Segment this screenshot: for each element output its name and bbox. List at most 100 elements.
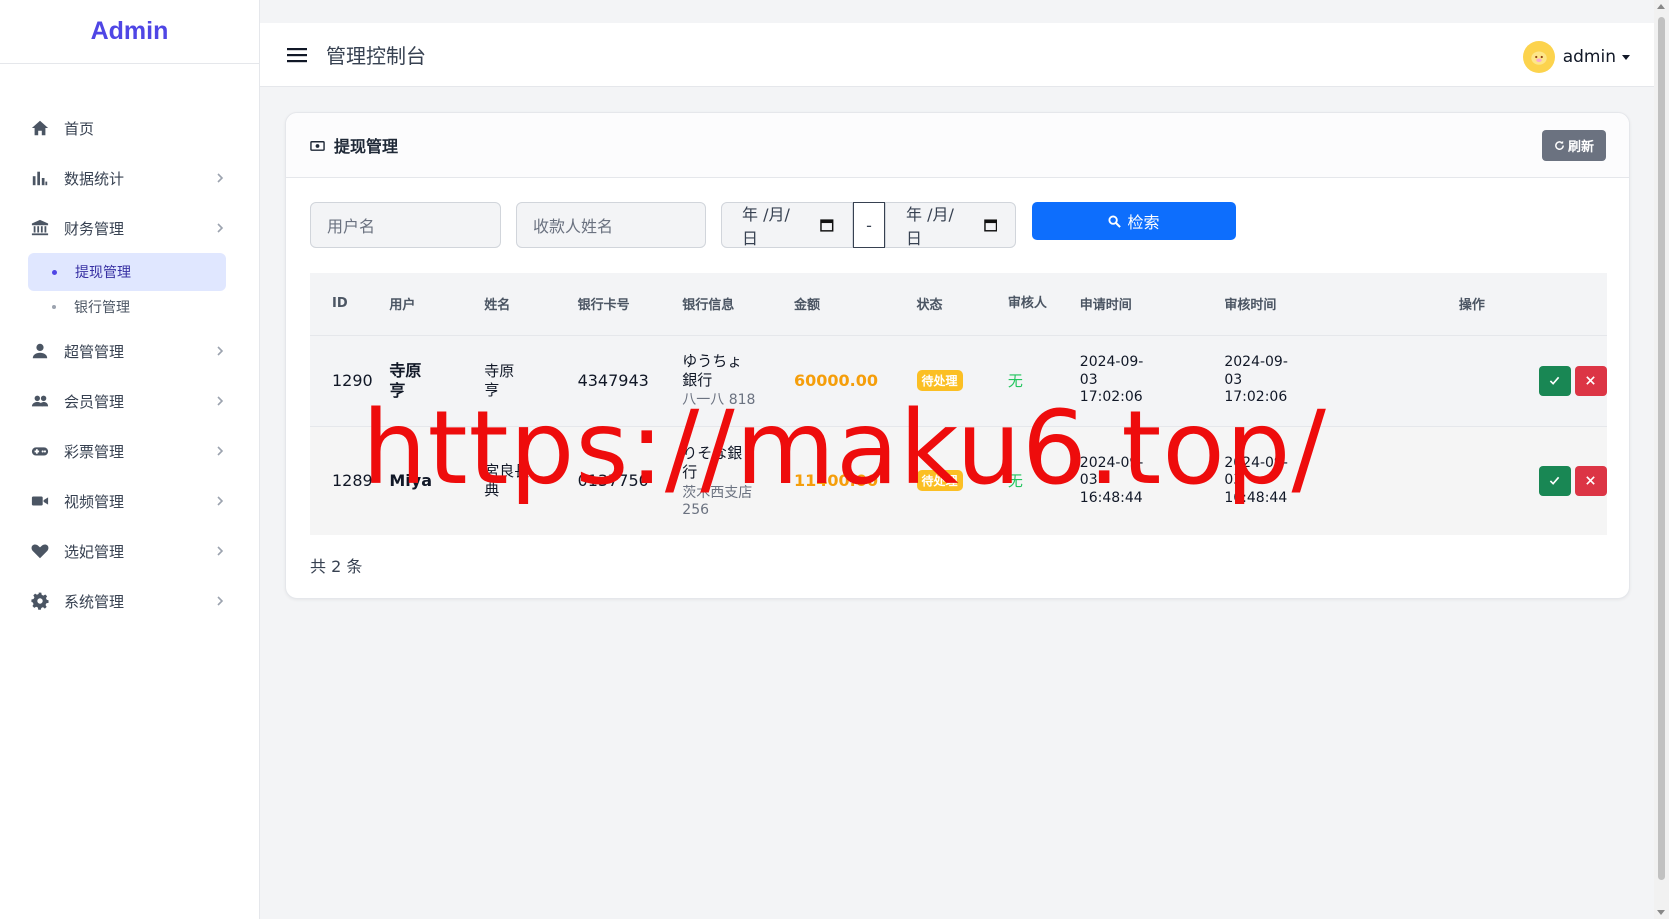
- end-date-input[interactable]: 年 /月/日: [885, 202, 1016, 248]
- check-icon: [1550, 376, 1560, 385]
- sidebar-item-system[interactable]: 系统管理: [0, 576, 260, 626]
- sidebar-item-label: 视频管理: [64, 492, 125, 511]
- table-row: 1290 寺原亨 寺原亨 4347943 ゆうちょ銀行 八一八 818 6000…: [310, 334, 1607, 426]
- col-header-reviewer: 审核人: [1007, 273, 1080, 335]
- start-date-input[interactable]: 年 /月/日: [721, 202, 853, 248]
- cell-user: 寺原亨: [389, 361, 422, 400]
- user-icon: [30, 341, 50, 361]
- sidebar-item-label: 超管管理: [64, 342, 125, 361]
- search-icon: [1108, 214, 1122, 228]
- col-header-card: 银行卡号: [577, 273, 683, 335]
- bullet-icon: [52, 305, 56, 309]
- col-header-id: ID: [310, 273, 390, 335]
- chevron-right-icon: [212, 343, 228, 359]
- search-label: 检索: [1127, 215, 1160, 232]
- col-header-actions: 操作: [1368, 273, 1607, 335]
- chevron-right-icon: [212, 220, 228, 236]
- table-row: 1289 Miya 宮良長典 0137750 りそな銀行 茨木西支店 256 1…: [310, 425, 1607, 535]
- sidebar-item-selection[interactable]: 选妃管理: [0, 526, 260, 576]
- cell-review-time: 2024-09-03 16:48:44: [1224, 454, 1288, 506]
- sidebar-item-stats[interactable]: 数据统计: [0, 153, 260, 203]
- calendar-icon[interactable]: [820, 218, 834, 232]
- refresh-label: 刷新: [1567, 139, 1594, 154]
- scroll-up-icon[interactable]: [1657, 4, 1665, 9]
- username: admin: [1562, 47, 1616, 67]
- check-icon: [1550, 477, 1560, 486]
- approve-button[interactable]: [1538, 365, 1571, 396]
- chevron-right-icon: [212, 170, 228, 186]
- username-input[interactable]: 用户名: [310, 202, 501, 248]
- brand-logo[interactable]: Admin: [0, 0, 259, 64]
- close-icon: [1586, 376, 1596, 385]
- payee-name-input[interactable]: 收款人姓名: [516, 202, 706, 248]
- page-scrollbar[interactable]: [1654, 0, 1669, 919]
- total-count: 共 2 条: [310, 557, 363, 576]
- user-menu[interactable]: admin: [1522, 41, 1630, 73]
- bullet-icon: [52, 269, 57, 275]
- heart-icon: [30, 541, 50, 561]
- status-badge: 待处理: [916, 470, 963, 492]
- cell-amount: 60000.00: [793, 371, 878, 390]
- sidebar-item-label: 会员管理: [64, 392, 125, 411]
- sidebar-item-home[interactable]: 首页: [0, 103, 260, 153]
- table-header-row: ID 用户 姓名 银行卡号 银行信息 金额 状态 审核人 申请时间 审核时间 操…: [310, 273, 1607, 335]
- sidebar-subitem-withdraw[interactable]: 提现管理: [28, 253, 226, 291]
- refresh-button[interactable]: 刷新: [1542, 130, 1606, 161]
- bar-chart-icon: [30, 168, 50, 188]
- reject-button[interactable]: [1574, 365, 1607, 396]
- withdraw-table: ID 用户 姓名 银行卡号 银行信息 金额 状态 审核人 申请时间 审核时间 操…: [310, 273, 1607, 535]
- status-badge: 待处理: [916, 370, 963, 391]
- sidebar-item-members[interactable]: 会员管理: [0, 376, 260, 426]
- sidebar-item-finance[interactable]: 财务管理: [0, 203, 260, 253]
- sidebar-subitem-bank[interactable]: 银行管理: [28, 288, 226, 326]
- cell-id: 1290: [310, 334, 390, 426]
- scrollbar-thumb[interactable]: [1658, 17, 1665, 880]
- card-header: 提现管理 刷新: [286, 113, 1629, 178]
- sidebar-item-label: 选妃管理: [64, 542, 125, 561]
- reject-button[interactable]: [1574, 465, 1607, 496]
- card-title: 提现管理: [334, 137, 399, 156]
- menu-toggle-icon[interactable]: [287, 45, 307, 65]
- col-header-amount: 金额: [793, 273, 917, 335]
- sidebar: Admin 首页 数据统计 财务管理 提现管理 银行管理 超管管理 会员管理 彩…: [0, 0, 260, 919]
- sidebar-item-super-admin[interactable]: 超管管理: [0, 326, 260, 376]
- start-date-text: 年 /月/日: [742, 205, 790, 248]
- sidebar-subitem-label: 提现管理: [75, 265, 131, 281]
- gamepad-icon: [30, 441, 50, 461]
- money-icon: [310, 137, 326, 153]
- users-icon: [30, 391, 50, 411]
- caret-down-icon: [1622, 54, 1630, 60]
- approve-button[interactable]: [1538, 465, 1571, 496]
- cell-reviewer: 无: [1007, 472, 1023, 491]
- calendar-icon[interactable]: [983, 218, 997, 232]
- sidebar-menu: 首页 数据统计 财务管理 提现管理 银行管理 超管管理 会员管理 彩票管理 视频…: [0, 103, 260, 626]
- sidebar-item-label: 首页: [64, 119, 95, 138]
- col-header-review-time: 审核时间: [1224, 273, 1369, 335]
- end-date-text: 年 /月/日: [906, 205, 954, 248]
- refresh-icon: [1555, 140, 1564, 150]
- chevron-right-icon: [212, 493, 228, 509]
- sidebar-item-video[interactable]: 视频管理: [0, 476, 260, 526]
- withdraw-table-wrap: ID 用户 姓名 银行卡号 银行信息 金额 状态 审核人 申请时间 审核时间 操…: [310, 273, 1607, 535]
- page-title: 管理控制台: [326, 44, 426, 68]
- filter-bar: 用户名 收款人姓名 年 /月/日 - 年 /月/日 检索: [310, 202, 1236, 248]
- avatar: [1522, 41, 1555, 73]
- cell-bank-name: りそな銀行: [682, 444, 743, 481]
- sidebar-item-label: 彩票管理: [64, 442, 125, 461]
- row-actions: [1538, 365, 1607, 396]
- search-button[interactable]: 检索: [1032, 202, 1236, 240]
- cell-card-number: 0137750: [577, 425, 683, 535]
- scroll-down-icon[interactable]: [1657, 910, 1665, 915]
- col-header-bank: 银行信息: [682, 273, 794, 335]
- col-header-status: 状态: [916, 273, 1008, 335]
- sidebar-subitem-label: 银行管理: [74, 300, 130, 316]
- payee-placeholder: 收款人姓名: [533, 217, 614, 236]
- bank-icon: [30, 218, 50, 238]
- cell-card-number: 4347943: [577, 334, 683, 426]
- col-header-apply-time: 申请时间: [1079, 273, 1225, 335]
- sidebar-item-label: 财务管理: [64, 219, 125, 238]
- cell-apply-time: 2024-09-03 17:02:06: [1079, 354, 1144, 406]
- col-header-user: 用户: [389, 273, 485, 335]
- sidebar-item-lottery[interactable]: 彩票管理: [0, 426, 260, 476]
- cell-user: Miya: [389, 471, 432, 491]
